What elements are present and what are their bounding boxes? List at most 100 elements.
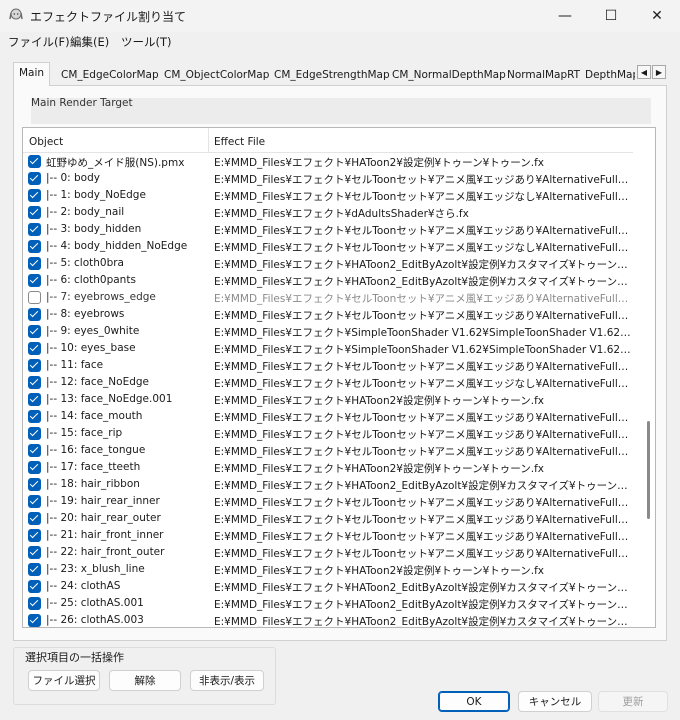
tab-cm-objectcolormap[interactable]: CM_ObjectColorMap: [164, 66, 269, 86]
row-object-name: |-- 20: hair_rear_outer: [46, 512, 161, 524]
table-row[interactable]: |-- 7: eyebrows_edge E:¥MMD_Files¥エフェクト¥セ…: [23, 289, 633, 306]
row-checkbox[interactable]: [28, 274, 41, 287]
row-checkbox[interactable]: [28, 240, 41, 253]
window-title: エフェクトファイル割り当て: [30, 10, 187, 24]
tab-depthmap[interactable]: DepthMap: [585, 66, 635, 86]
row-checkbox[interactable]: [28, 223, 41, 236]
row-effect-file: E:¥MMD_Files¥エフェクト¥セルToonセット¥アニメ風¥エッジあり¥…: [214, 174, 632, 186]
toggle-visibility-button[interactable]: 非表示/表示: [190, 670, 264, 691]
close-button[interactable]: ✕: [634, 0, 680, 32]
table-row[interactable]: |-- 2: body_nail E:¥MMD_Files¥エフェクト¥dAdul…: [23, 204, 633, 221]
row-effect-file: E:¥MMD_Files¥エフェクト¥HAToon2¥設定例¥トゥーン¥トゥーン…: [214, 395, 545, 407]
update-button[interactable]: 更新: [598, 691, 668, 712]
table-row[interactable]: |-- 4: body_hidden_NoEdge E:¥MMD_Files¥エフ…: [23, 238, 633, 255]
row-checkbox[interactable]: [28, 189, 41, 202]
tab-cm-edgecolormap[interactable]: CM_EdgeColorMap: [61, 66, 159, 86]
row-checkbox[interactable]: [28, 597, 41, 610]
scrollbar-thumb[interactable]: [647, 421, 650, 519]
minimize-button[interactable]: —: [542, 0, 588, 32]
row-checkbox[interactable]: [28, 257, 41, 270]
row-effect-file: E:¥MMD_Files¥エフェクト¥HAToon2_EditByAzolt¥設…: [214, 582, 632, 594]
ok-button[interactable]: OK: [438, 691, 510, 712]
row-checkbox[interactable]: [28, 393, 41, 406]
table-row[interactable]: |-- 20: hair_rear_outer E:¥MMD_Files¥エフェク…: [23, 510, 633, 527]
tab-cm-normaldepthmap[interactable]: CM_NormalDepthMap: [392, 66, 506, 86]
column-divider[interactable]: [208, 128, 209, 153]
tab-main[interactable]: Main: [13, 62, 51, 86]
row-checkbox[interactable]: [28, 478, 41, 491]
row-checkbox[interactable]: [28, 546, 41, 559]
table-row[interactable]: |-- 13: face_NoEdge.001 E:¥MMD_Files¥エフェク…: [23, 391, 633, 408]
menu-file[interactable]: ファイル(F): [8, 34, 70, 50]
table-row[interactable]: |-- 22: hair_front_outer E:¥MMD_Files¥エフェ…: [23, 544, 633, 561]
tab-normalmaprt[interactable]: NormalMapRT: [507, 66, 580, 86]
row-effect-file: E:¥MMD_Files¥エフェクト¥セルToonセット¥アニメ風¥エッジなし¥…: [214, 191, 632, 203]
row-checkbox[interactable]: [28, 427, 41, 440]
table-row[interactable]: |-- 21: hair_front_inner E:¥MMD_Files¥エフェ…: [23, 527, 633, 544]
row-object-name: |-- 19: hair_rear_inner: [46, 495, 160, 507]
row-checkbox[interactable]: [28, 614, 41, 627]
row-effect-file: E:¥MMD_Files¥エフェクト¥セルToonセット¥アニメ風¥エッジあり¥…: [214, 225, 632, 237]
row-checkbox[interactable]: [28, 325, 41, 338]
row-checkbox[interactable]: [28, 155, 41, 168]
table-row[interactable]: |-- 9: eyes_0white E:¥MMD_Files¥エフェクト¥Sim…: [23, 323, 633, 340]
close-icon: ✕: [651, 8, 663, 24]
tab-scroll-right-button[interactable]: ▶: [652, 65, 666, 79]
row-checkbox[interactable]: [28, 291, 41, 304]
table-row[interactable]: |-- 15: face_rip E:¥MMD_Files¥エフェクト¥セルToo…: [23, 425, 633, 442]
cancel-button[interactable]: キャンセル: [518, 691, 592, 712]
arrow-right-icon: ▶: [655, 67, 663, 77]
menu-edit[interactable]: 編集(E): [70, 34, 109, 50]
tab-cm-edgestrengthmap[interactable]: CM_EdgeStrengthMap: [274, 66, 390, 86]
column-header-object[interactable]: Object: [29, 136, 63, 148]
table-row[interactable]: |-- 16: face_tongue E:¥MMD_Files¥エフェクト¥セル…: [23, 442, 633, 459]
tab-scroll-left-button[interactable]: ◀: [637, 65, 651, 79]
table-row[interactable]: |-- 12: face_NoEdge E:¥MMD_Files¥エフェクト¥セル…: [23, 374, 633, 391]
maximize-button[interactable]: ☐: [588, 0, 634, 32]
row-checkbox[interactable]: [28, 308, 41, 321]
table-row[interactable]: |-- 1: body_NoEdge E:¥MMD_Files¥エフェクト¥セルT…: [23, 187, 633, 204]
row-checkbox[interactable]: [28, 495, 41, 508]
row-effect-file: E:¥MMD_Files¥エフェクト¥dAdultsShader¥さら.fx: [214, 208, 469, 220]
table-row[interactable]: |-- 17: face_tteeth E:¥MMD_Files¥エフェクト¥HA…: [23, 459, 633, 476]
row-checkbox[interactable]: [28, 172, 41, 185]
table-row[interactable]: |-- 11: face E:¥MMD_Files¥エフェクト¥セルToonセット…: [23, 357, 633, 374]
row-checkbox[interactable]: [28, 529, 41, 542]
row-object-name: |-- 9: eyes_0white: [46, 325, 140, 337]
column-header-effect[interactable]: Effect File: [214, 136, 265, 148]
row-checkbox[interactable]: [28, 580, 41, 593]
row-checkbox[interactable]: [28, 359, 41, 372]
table-row[interactable]: |-- 10: eyes_base E:¥MMD_Files¥エフェクト¥Simp…: [23, 340, 633, 357]
row-effect-file: E:¥MMD_Files¥エフェクト¥HAToon2_EditByAzolt¥設…: [214, 276, 632, 288]
row-effect-file: E:¥MMD_Files¥エフェクト¥セルToonセット¥アニメ風¥エッジあり¥…: [214, 548, 632, 560]
table-row[interactable]: |-- 6: cloth0pants E:¥MMD_Files¥エフェクト¥HAT…: [23, 272, 633, 289]
row-checkbox[interactable]: [28, 342, 41, 355]
row-checkbox[interactable]: [28, 461, 41, 474]
table-row[interactable]: |-- 23: x_blush_line E:¥MMD_Files¥エフェクト¥H…: [23, 561, 633, 578]
table-row[interactable]: |-- 19: hair_rear_inner E:¥MMD_Files¥エフェク…: [23, 493, 633, 510]
row-checkbox[interactable]: [28, 206, 41, 219]
table-row[interactable]: |-- 26: clothAS.003 E:¥MMD_Files¥エフェクト¥HA…: [23, 612, 633, 627]
table-row[interactable]: |-- 14: face_mouth E:¥MMD_Files¥エフェクト¥セルT…: [23, 408, 633, 425]
table-row[interactable]: |-- 0: body E:¥MMD_Files¥エフェクト¥セルToonセット¥…: [23, 170, 633, 187]
table-row[interactable]: |-- 18: hair_ribbon E:¥MMD_Files¥エフェクト¥HA…: [23, 476, 633, 493]
minimize-icon: —: [558, 8, 572, 24]
row-object-name: |-- 24: clothAS: [46, 580, 121, 592]
row-checkbox[interactable]: [28, 563, 41, 576]
table-row[interactable]: |-- 25: clothAS.001 E:¥MMD_Files¥エフェクト¥HA…: [23, 595, 633, 612]
table-row[interactable]: |-- 8: eyebrows E:¥MMD_Files¥エフェクト¥セルToon…: [23, 306, 633, 323]
menu-tools[interactable]: ツール(T): [121, 34, 172, 50]
maximize-icon: ☐: [604, 8, 618, 24]
row-checkbox[interactable]: [28, 444, 41, 457]
table-row[interactable]: |-- 5: cloth0bra E:¥MMD_Files¥エフェクト¥HAToo…: [23, 255, 633, 272]
row-checkbox[interactable]: [28, 410, 41, 423]
release-button[interactable]: 解除: [109, 670, 181, 691]
vertical-scrollbar[interactable]: [642, 128, 655, 627]
table-row[interactable]: 虹野ゆめ_メイド服(NS).pmx E:¥MMD_Files¥エフェクト¥HATo…: [23, 153, 633, 170]
select-file-button[interactable]: ファイル選択: [28, 670, 100, 691]
table-row[interactable]: |-- 3: body_hidden E:¥MMD_Files¥エフェクト¥セルT…: [23, 221, 633, 238]
row-checkbox[interactable]: [28, 376, 41, 389]
table-row[interactable]: |-- 24: clothAS E:¥MMD_Files¥エフェクト¥HAToon…: [23, 578, 633, 595]
effect-list[interactable]: Object Effect File 虹野ゆめ_メイド服(NS).pmx E:¥M…: [22, 127, 656, 628]
row-checkbox[interactable]: [28, 512, 41, 525]
